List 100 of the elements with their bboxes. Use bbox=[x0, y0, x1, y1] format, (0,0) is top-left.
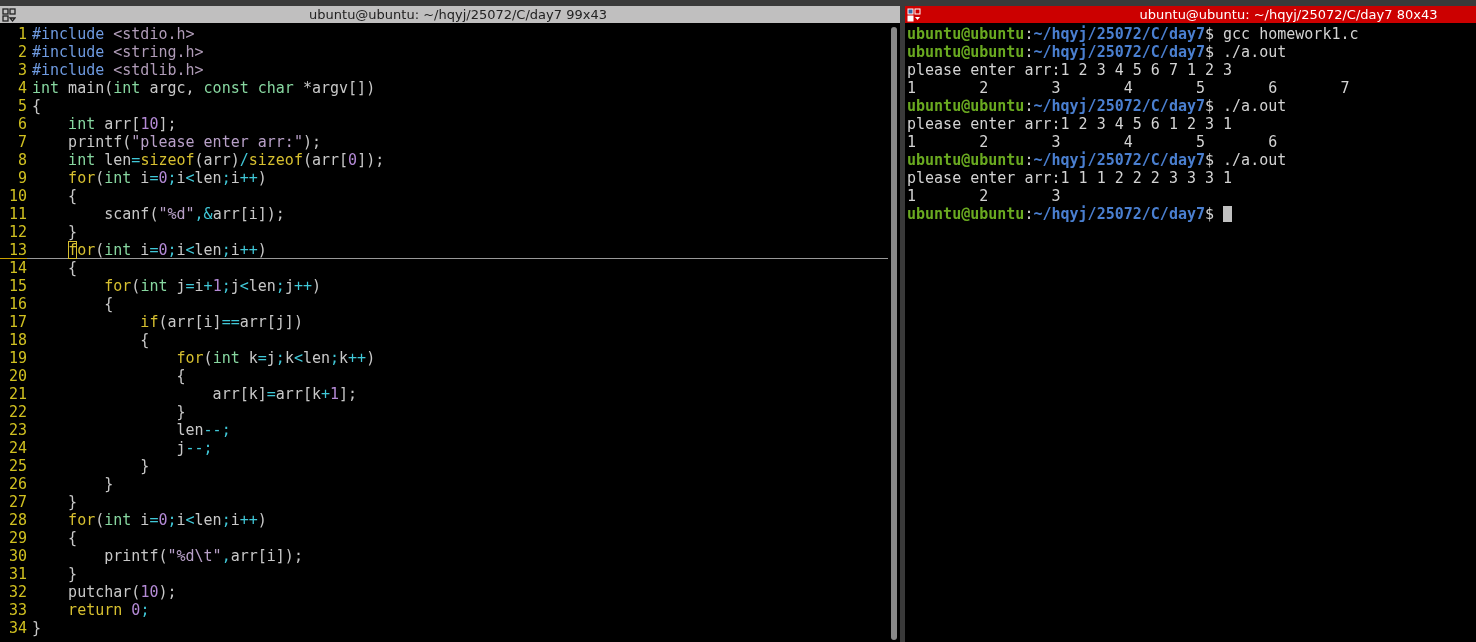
prompt-sign: $ bbox=[1205, 25, 1215, 43]
line-number: 20 bbox=[7, 367, 27, 385]
line-number: 29 bbox=[7, 529, 27, 547]
code-line: len--; bbox=[175, 421, 231, 439]
line-number: 11 bbox=[7, 205, 27, 223]
line-number: 2 bbox=[16, 43, 27, 61]
code-line: } bbox=[67, 565, 78, 583]
line-number: 17 bbox=[7, 313, 27, 331]
prompt-separator: : bbox=[1024, 97, 1034, 115]
prompt-sign: $ bbox=[1205, 151, 1215, 169]
code-line: for(int j=i+1;j<len;j++) bbox=[103, 277, 321, 295]
line-number: 14 bbox=[7, 259, 27, 277]
line-number: 34 bbox=[7, 619, 27, 637]
command-text: ./a.out bbox=[1223, 43, 1287, 61]
code-line: } bbox=[32, 619, 42, 637]
line-number: 10 bbox=[7, 187, 27, 205]
code-line: for(int i=0;i<len;i++) bbox=[67, 511, 267, 529]
prompt-user: ubuntu@ubuntu bbox=[907, 25, 1025, 43]
line-number: 12 bbox=[7, 223, 27, 241]
code-line: int arr[10]; bbox=[67, 115, 177, 133]
line-number: 21 bbox=[7, 385, 27, 403]
code-line: int len=sizeof(arr)/sizeof(arr[0]); bbox=[67, 151, 385, 169]
prompt-user: ubuntu@ubuntu bbox=[907, 43, 1025, 61]
prompt-path: ~/hqyj/25072/C/day7 bbox=[1033, 97, 1206, 115]
window-title: ubuntu@ubuntu: ~/hqyj/25072/C/day7 80x43 bbox=[1138, 7, 1439, 22]
code-line: } bbox=[67, 223, 78, 241]
code-line: for(int i=0;i<len;i++) bbox=[67, 169, 267, 187]
code-line: { bbox=[175, 367, 186, 385]
code-line: { bbox=[103, 295, 114, 313]
prompt-user: ubuntu@ubuntu bbox=[907, 151, 1025, 169]
code-line: scanf("%d",&arr[i]); bbox=[103, 205, 285, 223]
line-number: 25 bbox=[7, 457, 27, 475]
code-line: } bbox=[139, 457, 150, 475]
code-line: for(int i=0;i<len;i++) bbox=[67, 241, 267, 258]
prompt-path: ~/hqyj/25072/C/day7 bbox=[1033, 25, 1206, 43]
line-number: 31 bbox=[7, 565, 27, 583]
line-number: 5 bbox=[16, 97, 27, 115]
prompt-separator: : bbox=[1024, 25, 1034, 43]
terminal-grid-icon[interactable] bbox=[907, 7, 921, 22]
code-line: { bbox=[139, 331, 150, 349]
code-line: return 0; bbox=[67, 601, 150, 619]
line-number: 26 bbox=[7, 475, 27, 493]
code-line: { bbox=[67, 259, 78, 277]
code-line: for(int k=j;k<len;k++) bbox=[175, 349, 376, 367]
code-line: putchar(10); bbox=[67, 583, 177, 601]
code-line: { bbox=[67, 187, 78, 205]
code-line: } bbox=[67, 493, 78, 511]
line-number: 9 bbox=[16, 169, 27, 187]
line-number: 6 bbox=[16, 115, 27, 133]
prompt-path: ~/hqyj/25072/C/day7 bbox=[1033, 43, 1206, 61]
prompt-separator: : bbox=[1024, 151, 1034, 169]
output-line: please enter arr:1 1 1 2 2 2 3 3 3 1 bbox=[907, 169, 1233, 187]
prompt-separator: : bbox=[1024, 205, 1034, 223]
line-number: 15 bbox=[7, 277, 27, 295]
line-number: 18 bbox=[7, 331, 27, 349]
line-number: 4 bbox=[16, 79, 27, 97]
scrollbar[interactable] bbox=[888, 25, 900, 642]
line-number: 13 bbox=[0, 241, 27, 258]
line-number: 27 bbox=[7, 493, 27, 511]
line-number: 30 bbox=[7, 547, 27, 565]
prompt-separator: : bbox=[1024, 43, 1034, 61]
line-number: 24 bbox=[7, 439, 27, 457]
code-line: #include <stdio.h> bbox=[32, 25, 195, 43]
code-line: arr[k]=arr[k+1]; bbox=[211, 385, 358, 403]
command-text: gcc homework1.c bbox=[1223, 25, 1359, 43]
prompt-sign: $ bbox=[1205, 97, 1215, 115]
output-line: 1 2 3 4 5 6 bbox=[907, 133, 1278, 151]
line-number: 7 bbox=[16, 133, 27, 151]
code-line: { bbox=[32, 97, 42, 115]
line-number: 22 bbox=[7, 403, 27, 421]
window-title: ubuntu@ubuntu: ~/hqyj/25072/C/day7 99x43 bbox=[308, 7, 608, 22]
output-line: please enter arr:1 2 3 4 5 6 7 1 2 3 bbox=[907, 61, 1233, 79]
code-line: int main(int argc, const char *argv[]) bbox=[32, 79, 376, 97]
line-number: 28 bbox=[7, 511, 27, 529]
prompt-path: ~/hqyj/25072/C/day7 bbox=[1033, 205, 1206, 223]
code-line: #include <string.h> bbox=[32, 43, 204, 61]
line-number: 8 bbox=[16, 151, 27, 169]
code-line: } bbox=[103, 475, 114, 493]
code-line: if(arr[i]==arr[j]) bbox=[139, 313, 303, 331]
line-number: 23 bbox=[7, 421, 27, 439]
prompt-sign: $ bbox=[1205, 43, 1215, 61]
prompt-user: ubuntu@ubuntu bbox=[907, 205, 1025, 223]
output-line: 1 2 3 bbox=[907, 187, 1061, 205]
output-line: please enter arr:1 2 3 4 5 6 1 2 3 1 bbox=[907, 115, 1233, 133]
prompt-user: ubuntu@ubuntu bbox=[907, 97, 1025, 115]
line-number: 3 bbox=[16, 61, 27, 79]
code-line: #include <stdlib.h> bbox=[32, 61, 204, 79]
code-line: j--; bbox=[175, 439, 213, 457]
output-line: 1 2 3 4 5 6 7 bbox=[907, 79, 1350, 97]
line-number: 1 bbox=[16, 25, 27, 43]
line-number: 32 bbox=[7, 583, 27, 601]
code-line: } bbox=[175, 403, 186, 421]
prompt-path: ~/hqyj/25072/C/day7 bbox=[1033, 151, 1206, 169]
command-text: ./a.out bbox=[1223, 151, 1287, 169]
prompt-sign: $ bbox=[1205, 205, 1215, 223]
line-number: 16 bbox=[7, 295, 27, 313]
code-line: printf("please enter arr:"); bbox=[67, 133, 321, 151]
line-number: 33 bbox=[7, 601, 27, 619]
code-line: { bbox=[67, 529, 78, 547]
code-line: printf("%d\t",arr[i]); bbox=[103, 547, 303, 565]
